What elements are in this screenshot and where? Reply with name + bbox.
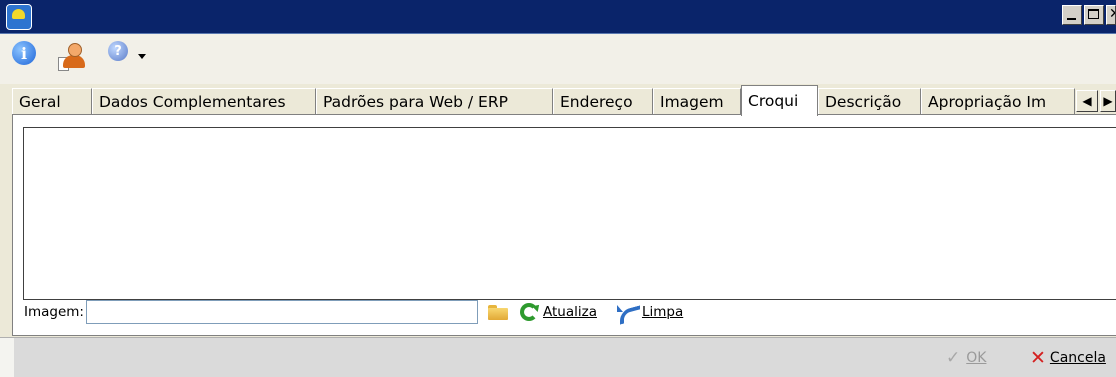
app-icon[interactable] xyxy=(6,4,32,30)
ok-button[interactable]: ✓ OK xyxy=(946,347,986,369)
tab-label: Padrões para Web / ERP xyxy=(323,93,508,111)
tab-strip: Geral Dados Complementares Padrões para … xyxy=(12,85,1116,116)
cancel-button[interactable]: ✕ Cancela xyxy=(1030,347,1106,369)
tab-label: Imagem xyxy=(660,93,724,111)
close-button[interactable] xyxy=(1106,5,1116,25)
button-bar: ✓ OK ✕ Cancela xyxy=(0,337,1116,377)
checkmark-icon: ✓ xyxy=(946,348,961,368)
tab-label: Croqui xyxy=(748,92,799,110)
tab-endereco[interactable]: Endereço xyxy=(553,88,653,114)
croqui-image-area xyxy=(23,127,1116,300)
refresh-button[interactable]: Atualiza xyxy=(543,304,597,320)
tab-label: Dados Complementares xyxy=(99,93,286,111)
tab-geral[interactable]: Geral xyxy=(12,88,92,114)
refresh-icon[interactable] xyxy=(519,303,538,321)
ok-label: OK xyxy=(966,350,987,366)
image-path-input[interactable] xyxy=(85,300,478,324)
chevron-down-icon[interactable] xyxy=(138,54,146,59)
help-icon[interactable]: ? xyxy=(108,41,128,61)
tab-apropriacao[interactable]: Apropriação Im xyxy=(921,88,1075,114)
croqui-panel: Imagem: Atualiza Limpa xyxy=(12,114,1116,336)
window-controls xyxy=(1062,5,1116,25)
undo-icon[interactable] xyxy=(616,305,637,319)
user-icon[interactable] xyxy=(58,41,88,71)
tab-label: Endereço xyxy=(560,93,633,111)
tab-descricao[interactable]: Descrição xyxy=(818,88,921,114)
chevron-left-icon: ◀ xyxy=(1082,94,1092,108)
toolbar: i ? xyxy=(0,34,1116,84)
user-head-icon xyxy=(68,43,82,57)
tab-dados-complementares[interactable]: Dados Complementares xyxy=(92,88,316,114)
minimize-button[interactable] xyxy=(1062,5,1082,25)
info-icon[interactable]: i xyxy=(12,41,36,65)
tab-label: Geral xyxy=(19,93,61,111)
image-row: Imagem: Atualiza Limpa xyxy=(24,297,683,327)
tab-padroes-web-erp[interactable]: Padrões para Web / ERP xyxy=(316,88,553,114)
tab-label: Descrição xyxy=(825,93,902,111)
tab-scroll-left-button[interactable]: ◀ xyxy=(1076,90,1098,112)
title-bar xyxy=(0,0,1116,34)
tab-croqui[interactable]: Croqui xyxy=(741,85,818,116)
maximize-button[interactable] xyxy=(1084,5,1104,25)
image-label: Imagem: xyxy=(24,304,84,320)
tab-label: Apropriação Im xyxy=(928,93,1047,111)
folder-open-icon[interactable] xyxy=(487,304,510,320)
close-icon: ✕ xyxy=(1030,347,1046,369)
tab-scroll-right-button[interactable]: ▶ xyxy=(1100,90,1116,112)
cancel-label: Cancela xyxy=(1049,350,1106,366)
clear-button[interactable]: Limpa xyxy=(642,304,683,320)
tab-imagem[interactable]: Imagem xyxy=(653,88,741,114)
chevron-right-icon: ▶ xyxy=(1103,94,1113,108)
